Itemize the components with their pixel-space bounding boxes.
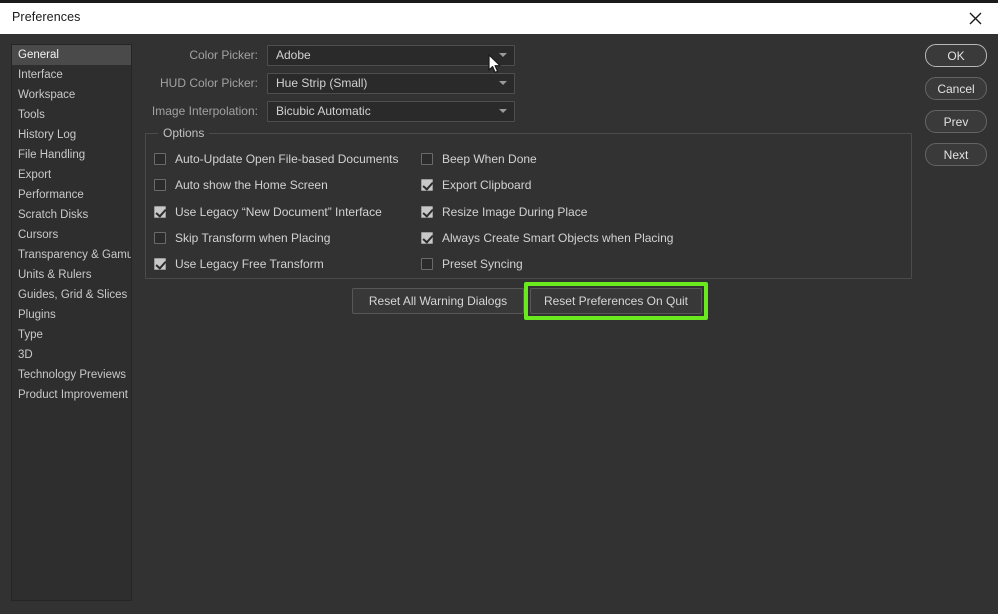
checkbox-label: Preset Syncing xyxy=(442,257,523,271)
checkmark-icon[interactable] xyxy=(421,232,433,244)
field-label: Image Interpolation: xyxy=(151,104,258,118)
sidebar-item-general[interactable]: General xyxy=(12,45,131,65)
dropdown-value: Adobe xyxy=(276,48,311,62)
checkmark-icon[interactable] xyxy=(154,258,166,270)
checkbox-label: Auto-Update Open File-based Documents xyxy=(175,152,399,166)
field-row: Color Picker: Adobe xyxy=(145,44,515,66)
checkbox-label: Resize Image During Place xyxy=(442,205,588,219)
title-bar: Preferences xyxy=(0,3,998,34)
options-group-legend: Options xyxy=(158,126,210,140)
preferences-dialog: Preferences General Interface Workspace Too… xyxy=(0,0,998,614)
checkbox-export-clipboard[interactable]: Export Clipboard xyxy=(421,177,531,193)
field-row: Image Interpolation: Bicubic Automatic xyxy=(145,100,515,122)
checkbox-empty-icon[interactable] xyxy=(154,153,166,165)
sidebar-item-cursors[interactable]: Cursors xyxy=(12,225,131,245)
checkbox-label: Export Clipboard xyxy=(442,178,532,192)
checkbox-label: Auto show the Home Screen xyxy=(175,178,328,192)
sidebar-item-file-handling[interactable]: File Handling xyxy=(12,145,131,165)
field-label: Color Picker: xyxy=(189,48,258,62)
dropdown-value: Hue Strip (Small) xyxy=(276,76,368,90)
sidebar-item-3d[interactable]: 3D xyxy=(12,345,131,365)
dropdown-value: Bicubic Automatic xyxy=(276,104,371,118)
close-icon[interactable] xyxy=(952,3,998,34)
checkbox-empty-icon[interactable] xyxy=(154,179,166,191)
sidebar-item-technology-previews[interactable]: Technology Previews xyxy=(12,365,131,385)
dialog-body: General Interface Workspace Tools History Lo… xyxy=(0,34,998,614)
sidebar-item-type[interactable]: Type xyxy=(12,325,131,345)
preferences-category-list[interactable]: General Interface Workspace Tools History Lo… xyxy=(11,44,132,601)
sidebar-item-export[interactable]: Export xyxy=(12,165,131,185)
sidebar-item-units-rulers[interactable]: Units & Rulers xyxy=(12,265,131,285)
sidebar-item-guides-grid-slices[interactable]: Guides, Grid & Slices xyxy=(12,285,131,305)
checkbox-empty-icon[interactable] xyxy=(421,153,433,165)
checkmark-icon[interactable] xyxy=(421,206,433,218)
sidebar-item-interface[interactable]: Interface xyxy=(12,65,131,85)
checkbox-skip-transform-when-placing[interactable]: Skip Transform when Placing xyxy=(154,230,330,246)
field-label: HUD Color Picker: xyxy=(159,76,258,90)
checkbox-preset-syncing[interactable]: Preset Syncing xyxy=(421,256,523,272)
dropdown-image-interpolation[interactable]: Bicubic Automatic xyxy=(267,100,515,122)
checkbox-use-legacy-free-transform[interactable]: Use Legacy Free Transform xyxy=(154,256,324,272)
checkbox-label: Use Legacy Free Transform xyxy=(175,257,324,271)
chevron-down-icon xyxy=(499,109,507,113)
button-ok[interactable]: OK xyxy=(925,44,987,67)
checkbox-empty-icon[interactable] xyxy=(421,258,433,270)
button-prev[interactable]: Prev xyxy=(925,110,987,133)
sidebar-item-transparency-gamut[interactable]: Transparency & Gamut xyxy=(12,245,131,265)
sidebar-item-scratch-disks[interactable]: Scratch Disks xyxy=(12,205,131,225)
sidebar-item-workspace[interactable]: Workspace xyxy=(12,85,131,105)
checkbox-auto-update-open-file-based-documents[interactable]: Auto-Update Open File-based Documents xyxy=(154,151,398,167)
button-reset-all-warning-dialogs[interactable]: Reset All Warning Dialogs xyxy=(352,288,524,314)
checkbox-label: Skip Transform when Placing xyxy=(175,231,331,245)
checkbox-beep-when-done[interactable]: Beep When Done xyxy=(421,151,537,167)
options-group: Options Auto-Update Open File-based Docu… xyxy=(145,126,912,279)
dropdown-color-picker[interactable]: Adobe xyxy=(267,44,515,66)
sidebar-item-tools[interactable]: Tools xyxy=(12,105,131,125)
checkmark-icon[interactable] xyxy=(154,206,166,218)
button-next[interactable]: Next xyxy=(925,143,987,166)
checkbox-auto-show-the-home-screen[interactable]: Auto show the Home Screen xyxy=(154,177,328,193)
chevron-down-icon xyxy=(499,81,507,85)
field-row: HUD Color Picker: Hue Strip (Small) xyxy=(145,72,515,94)
sidebar-item-performance[interactable]: Performance xyxy=(12,185,131,205)
checkmark-icon[interactable] xyxy=(421,179,433,191)
checkbox-always-create-smart-objects-when-placing[interactable]: Always Create Smart Objects when Placing xyxy=(421,230,673,246)
sidebar-item-history-log[interactable]: History Log xyxy=(12,125,131,145)
dropdown-hud-color-picker[interactable]: Hue Strip (Small) xyxy=(267,72,515,94)
checkbox-label: Use Legacy “New Document” Interface xyxy=(175,205,382,219)
sidebar-item-plugins[interactable]: Plugins xyxy=(12,305,131,325)
button-reset-preferences-on-quit[interactable]: Reset Preferences On Quit xyxy=(530,288,702,314)
checkbox-label: Beep When Done xyxy=(442,152,537,166)
checkbox-use-legacy-new-document-interface[interactable]: Use Legacy “New Document” Interface xyxy=(154,204,382,220)
checkbox-label: Always Create Smart Objects when Placing xyxy=(442,231,674,245)
window-title: Preferences xyxy=(12,10,81,24)
checkbox-resize-image-during-place[interactable]: Resize Image During Place xyxy=(421,204,587,220)
checkbox-empty-icon[interactable] xyxy=(154,232,166,244)
sidebar-item-product-improvement[interactable]: Product Improvement xyxy=(12,385,131,405)
chevron-down-icon xyxy=(499,53,507,57)
button-cancel[interactable]: Cancel xyxy=(925,77,987,100)
